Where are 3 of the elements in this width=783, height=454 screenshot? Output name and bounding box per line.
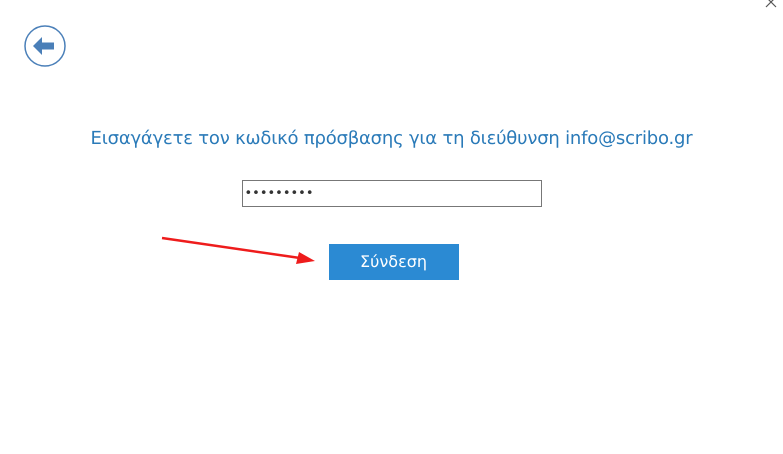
password-prompt: Εισαγάγετε τον κωδικό πρόσβασης για τη διεύθυνση info@scribo.gr	[90, 127, 692, 151]
sign-in-button[interactable]: Σύνδεση	[328, 244, 458, 280]
password-field[interactable]: •••••••••	[242, 180, 542, 207]
